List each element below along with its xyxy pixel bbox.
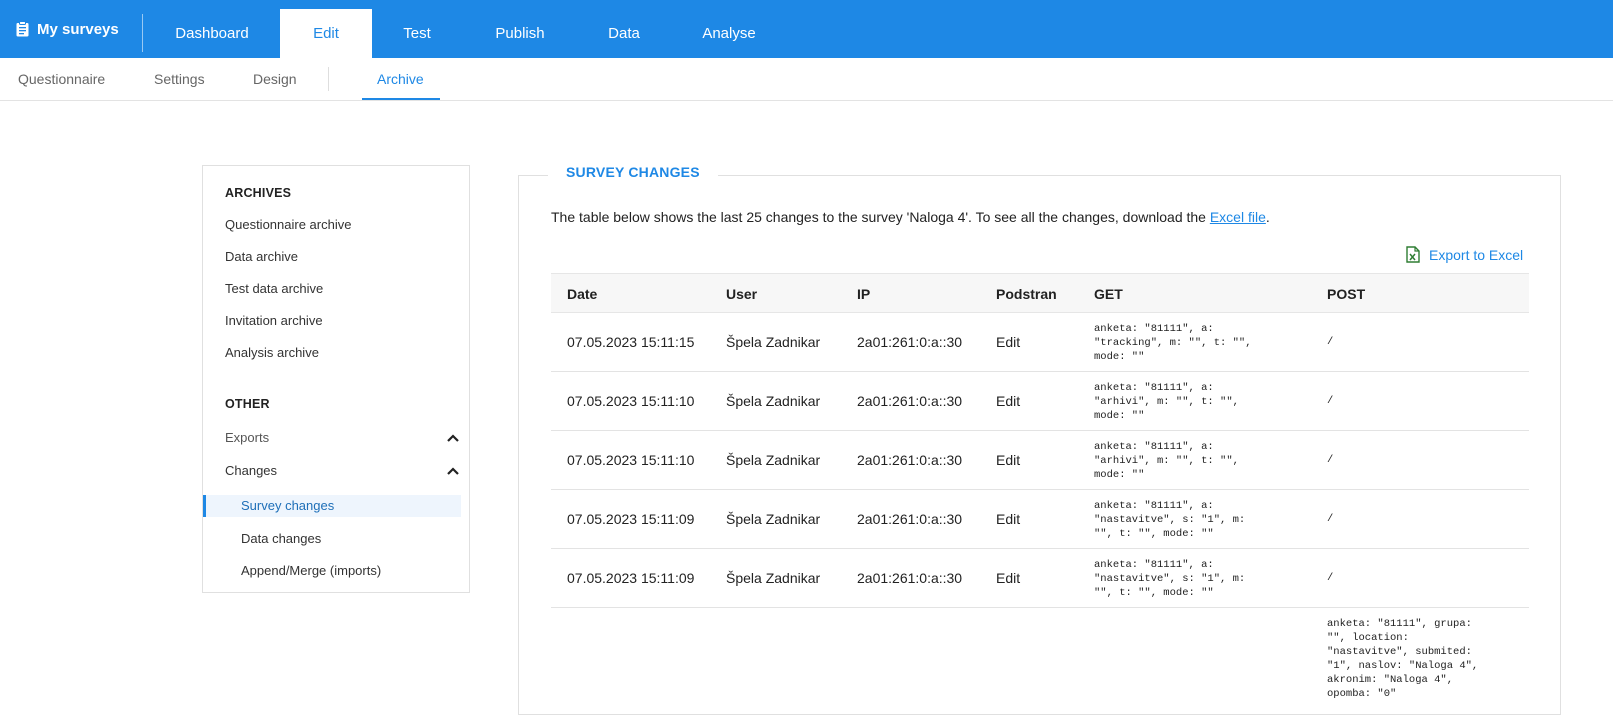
table-row: 07.05.2023 15:11:15 Špela Zadnikar 2a01:… xyxy=(551,313,1529,372)
tab-data[interactable]: Data xyxy=(584,9,664,58)
tab-test[interactable]: Test xyxy=(372,9,462,58)
excel-file-link[interactable]: Excel file xyxy=(1210,209,1266,225)
table-row: 07.05.2023 15:11:10 Špela Zadnikar 2a01:… xyxy=(551,431,1529,490)
subnav-archive[interactable]: Archive xyxy=(377,58,424,100)
sidebar-item-append-merge[interactable]: Append/Merge (imports) xyxy=(241,563,381,578)
cell-user: Špela Zadnikar xyxy=(726,393,821,409)
clipboard-icon xyxy=(16,21,29,37)
cell-get: anketa: "81111", a: "nastavitve", s: "1"… xyxy=(1094,559,1246,599)
column-header-ip: IP xyxy=(857,286,871,302)
table-header: Date User IP Podstran GET POST xyxy=(551,273,1529,313)
archives-heading: ARCHIVES xyxy=(225,186,292,200)
cell-ip: 2a01:261:0:a::30 xyxy=(857,511,963,527)
sidebar-item-data-archive[interactable]: Data archive xyxy=(225,249,298,264)
subnav-questionnaire[interactable]: Questionnaire xyxy=(18,58,105,100)
table-row: 07.05.2023 15:11:10 Špela Zadnikar 2a01:… xyxy=(551,372,1529,431)
cell-post: / xyxy=(1327,454,1334,466)
intro-text: The table below shows the last 25 change… xyxy=(551,209,1270,225)
export-label: Export to Excel xyxy=(1429,246,1524,263)
topbar-separator xyxy=(142,14,143,52)
top-navigation-bar: My surveys Dashboard Edit Test Publish D… xyxy=(0,0,1613,58)
tab-edit[interactable]: Edit xyxy=(280,9,372,58)
cell-post: / xyxy=(1327,395,1334,407)
cell-date: 07.05.2023 15:11:10 xyxy=(567,452,695,468)
cell-podstran: Edit xyxy=(996,452,1021,468)
cell-ip: 2a01:261:0:a::30 xyxy=(857,452,963,468)
sidebar-item-analysis-archive[interactable]: Analysis archive xyxy=(225,345,319,360)
column-header-get: GET xyxy=(1094,286,1123,302)
sidebar-item-exports[interactable]: Exports xyxy=(225,430,269,445)
cell-user: Špela Zadnikar xyxy=(726,570,821,586)
cell-post: / xyxy=(1327,513,1334,525)
sidebar-item-invitation-archive[interactable]: Invitation archive xyxy=(225,313,323,328)
chevron-up-icon[interactable] xyxy=(447,434,459,442)
sidebar-item-survey-changes[interactable]: Survey changes xyxy=(241,498,334,513)
cell-get: anketa: "81111", a: "tracking", m: "", t… xyxy=(1094,323,1252,363)
subnav-settings[interactable]: Settings xyxy=(154,58,205,100)
subnav-separator xyxy=(328,67,329,91)
sub-navigation: Questionnaire Settings Design Archive xyxy=(0,58,1613,101)
sidebar-item-questionnaire-archive[interactable]: Questionnaire archive xyxy=(225,217,351,232)
archive-sidebar: ARCHIVES Questionnaire archive Data arch… xyxy=(202,165,470,593)
my-surveys-link[interactable]: My surveys xyxy=(16,0,119,58)
my-surveys-label: My surveys xyxy=(37,20,119,38)
cell-ip: 2a01:261:0:a::30 xyxy=(857,393,963,409)
tab-publish[interactable]: Publish xyxy=(470,9,570,58)
cell-user: Špela Zadnikar xyxy=(726,452,821,468)
cell-post: anketa: "81111", grupa: "", location: "n… xyxy=(1327,618,1479,700)
cell-date: 07.05.2023 15:11:10 xyxy=(567,393,695,409)
excel-icon xyxy=(1406,246,1420,263)
intro-sentence: The table below shows the last 25 change… xyxy=(551,209,1210,225)
cell-get: anketa: "81111", a: "arhivi", m: "", t: … xyxy=(1094,441,1239,481)
cell-get: anketa: "81111", a: "arhivi", m: "", t: … xyxy=(1094,382,1239,422)
column-header-post: POST xyxy=(1327,286,1366,302)
table-row: 07.05.2023 15:11:09 Špela Zadnikar 2a01:… xyxy=(551,549,1529,608)
export-to-excel-button[interactable]: Export to Excel xyxy=(1406,246,1523,263)
cell-podstran: Edit xyxy=(996,334,1021,350)
cell-podstran: Edit xyxy=(996,511,1021,527)
cell-post: / xyxy=(1327,336,1334,348)
cell-date: 07.05.2023 15:11:15 xyxy=(567,334,695,350)
cell-ip: 2a01:261:0:a::30 xyxy=(857,570,963,586)
column-header-date: Date xyxy=(567,286,598,302)
column-header-user: User xyxy=(726,286,758,302)
tab-analyse[interactable]: Analyse xyxy=(682,9,776,58)
chevron-up-icon[interactable] xyxy=(447,467,459,475)
panel-title: SURVEY CHANGES xyxy=(548,164,718,180)
cell-podstran: Edit xyxy=(996,570,1021,586)
cell-get: anketa: "81111", a: "nastavitve", s: "1"… xyxy=(1094,500,1246,540)
sidebar-item-test-data-archive[interactable]: Test data archive xyxy=(225,281,323,296)
tab-dashboard[interactable]: Dashboard xyxy=(162,9,262,58)
intro-period: . xyxy=(1265,209,1270,225)
cell-date: 07.05.2023 15:11:09 xyxy=(567,570,695,586)
subnav-design[interactable]: Design xyxy=(253,58,297,100)
table-row: anketa: "81111", grupa: "", location: "n… xyxy=(551,608,1529,700)
cell-ip: 2a01:261:0:a::30 xyxy=(857,334,963,350)
cell-podstran: Edit xyxy=(996,393,1021,409)
table-row: 07.05.2023 15:11:09 Špela Zadnikar 2a01:… xyxy=(551,490,1529,549)
other-heading: OTHER xyxy=(225,397,270,411)
cell-date: 07.05.2023 15:11:09 xyxy=(567,511,695,527)
cell-post: / xyxy=(1327,572,1334,584)
cell-user: Špela Zadnikar xyxy=(726,511,821,527)
sidebar-item-data-changes[interactable]: Data changes xyxy=(241,531,321,546)
cell-user: Špela Zadnikar xyxy=(726,334,821,350)
column-header-podstran: Podstran xyxy=(996,286,1057,302)
active-tab-indicator xyxy=(362,98,440,100)
sidebar-item-changes[interactable]: Changes xyxy=(225,463,277,478)
